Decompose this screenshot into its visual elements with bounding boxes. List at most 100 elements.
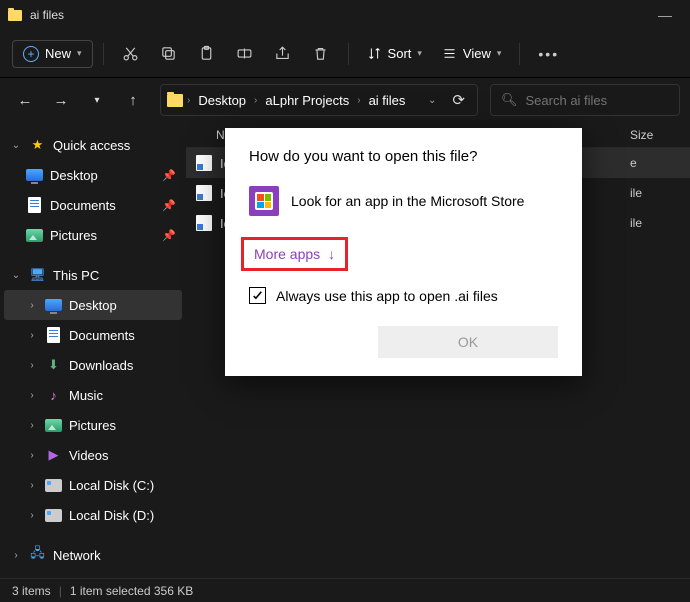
copy-button[interactable] — [152, 37, 186, 71]
pictures-icon — [26, 229, 43, 242]
sidebar-quick-access[interactable]: ⌄ ★ Quick access — [4, 130, 182, 160]
forward-button[interactable]: → — [46, 85, 76, 115]
arrow-down-icon: ↓ — [328, 246, 335, 262]
back-button[interactable]: ← — [10, 85, 40, 115]
more-apps-link[interactable]: More apps — [254, 246, 320, 262]
sort-label: Sort — [388, 46, 412, 61]
pin-icon: 📌 — [162, 199, 176, 212]
title-bar: ai files — — [0, 0, 690, 30]
video-icon: ▶ — [45, 447, 62, 464]
store-option[interactable]: Look for an app in the Microsoft Store — [249, 183, 558, 219]
sidebar-item-disk-d[interactable]: › Local Disk (D:) — [4, 500, 182, 530]
file-icon — [196, 155, 212, 171]
always-checkbox[interactable] — [249, 287, 266, 304]
desktop-icon — [26, 169, 43, 181]
sidebar-item-disk-c[interactable]: › Local Disk (C:) — [4, 470, 182, 500]
new-label: New — [45, 46, 71, 61]
disk-icon — [45, 509, 62, 522]
cut-button[interactable] — [114, 37, 148, 71]
paste-button[interactable] — [190, 37, 224, 71]
chevron-right-icon: › — [254, 95, 257, 106]
chevron-right-icon: › — [357, 95, 360, 106]
file-icon — [196, 215, 212, 231]
pin-icon: 📌 — [162, 169, 176, 182]
store-label: Look for an app in the Microsoft Store — [291, 193, 524, 209]
search-input[interactable] — [526, 93, 690, 108]
sidebar-item-pictures[interactable]: Pictures 📌 — [4, 220, 182, 250]
always-use-row[interactable]: Always use this app to open .ai files — [249, 287, 558, 304]
sort-button[interactable]: Sort ▾ — [359, 41, 430, 66]
up-button[interactable]: ↑ — [118, 85, 148, 115]
status-bar: 3 items | 1 item selected 356 KB — [0, 578, 690, 602]
more-apps-highlight: More apps ↓ — [241, 237, 348, 271]
document-icon — [47, 327, 60, 343]
toolbar: + New ▾ Sort ▾ View ▾ ••• — [0, 30, 690, 78]
plus-icon: + — [23, 46, 39, 62]
new-button[interactable]: + New ▾ — [12, 40, 93, 68]
sidebar-this-pc[interactable]: ⌄ 🖥 This PC — [4, 260, 182, 290]
search-box[interactable]: 🔍︎ — [490, 84, 680, 116]
chevron-right-icon: › — [26, 480, 38, 491]
always-label: Always use this app to open .ai files — [276, 288, 498, 304]
sort-icon — [367, 46, 382, 61]
network-icon: 🖧 — [29, 547, 46, 564]
open-with-dialog: How do you want to open this file? Look … — [225, 128, 582, 376]
ok-button[interactable]: OK — [378, 326, 558, 358]
refresh-button[interactable]: ⟳ — [446, 91, 471, 109]
dialog-title: How do you want to open this file? — [249, 148, 558, 165]
pictures-icon — [45, 419, 62, 432]
sidebar: ⌄ ★ Quick access Desktop 📌 Documents 📌 P… — [0, 122, 186, 578]
more-button[interactable]: ••• — [530, 46, 567, 62]
sidebar-item-documents[interactable]: Documents 📌 — [4, 190, 182, 220]
view-icon — [442, 46, 457, 61]
nav-bar: ← → ▾ ↑ › Desktop › aLphr Projects › ai … — [0, 78, 690, 122]
chevron-down-icon: ⌄ — [10, 270, 22, 281]
sidebar-item-pc-pictures[interactable]: › Pictures — [4, 410, 182, 440]
address-dropdown[interactable]: ⌄ — [422, 95, 442, 106]
music-icon: ♪ — [45, 387, 62, 404]
rename-button[interactable] — [228, 37, 262, 71]
status-item-count: 3 items — [12, 584, 51, 598]
share-button[interactable] — [266, 37, 300, 71]
chevron-down-icon: ▾ — [497, 48, 502, 59]
chevron-right-icon: › — [26, 420, 38, 431]
status-selected: 1 item selected 356 KB — [70, 584, 193, 598]
recent-button[interactable]: ▾ — [82, 85, 112, 115]
chevron-right-icon: › — [26, 450, 38, 461]
sidebar-item-pc-music[interactable]: › ♪ Music — [4, 380, 182, 410]
minimize-button[interactable]: — — [648, 7, 682, 23]
chevron-down-icon: ▾ — [417, 48, 422, 59]
star-icon: ★ — [29, 137, 46, 154]
chevron-right-icon: › — [26, 390, 38, 401]
sidebar-item-pc-documents[interactable]: › Documents — [4, 320, 182, 350]
view-button[interactable]: View ▾ — [434, 41, 509, 66]
chevron-right-icon: › — [26, 510, 38, 521]
sidebar-item-desktop[interactable]: Desktop 📌 — [4, 160, 182, 190]
chevron-right-icon: › — [26, 360, 38, 371]
sidebar-item-pc-videos[interactable]: › ▶ Videos — [4, 440, 182, 470]
sidebar-item-pc-downloads[interactable]: › ⬇ Downloads — [4, 350, 182, 380]
sidebar-network[interactable]: › 🖧 Network — [4, 540, 182, 570]
sidebar-item-pc-desktop[interactable]: › Desktop — [4, 290, 182, 320]
view-label: View — [463, 46, 491, 61]
address-bar[interactable]: › Desktop › aLphr Projects › ai files ⌄ … — [160, 84, 478, 116]
download-icon: ⬇ — [45, 357, 62, 374]
pc-icon: 🖥 — [29, 267, 46, 284]
chevron-right-icon: › — [10, 550, 22, 561]
delete-button[interactable] — [304, 37, 338, 71]
chevron-right-icon: › — [26, 300, 38, 311]
crumb-desktop[interactable]: Desktop — [194, 91, 250, 110]
store-icon — [249, 186, 279, 216]
document-icon — [28, 197, 41, 213]
chevron-down-icon: ⌄ — [10, 140, 22, 151]
crumb-current[interactable]: ai files — [365, 91, 410, 110]
chevron-right-icon: › — [26, 330, 38, 341]
folder-icon — [8, 10, 22, 21]
crumb-projects[interactable]: aLphr Projects — [261, 91, 353, 110]
disk-icon — [45, 479, 62, 492]
col-size[interactable]: Size — [630, 128, 690, 142]
chevron-right-icon: › — [187, 95, 190, 106]
search-icon: 🔍︎ — [501, 92, 518, 108]
pin-icon: 📌 — [162, 229, 176, 242]
folder-icon — [167, 94, 183, 107]
